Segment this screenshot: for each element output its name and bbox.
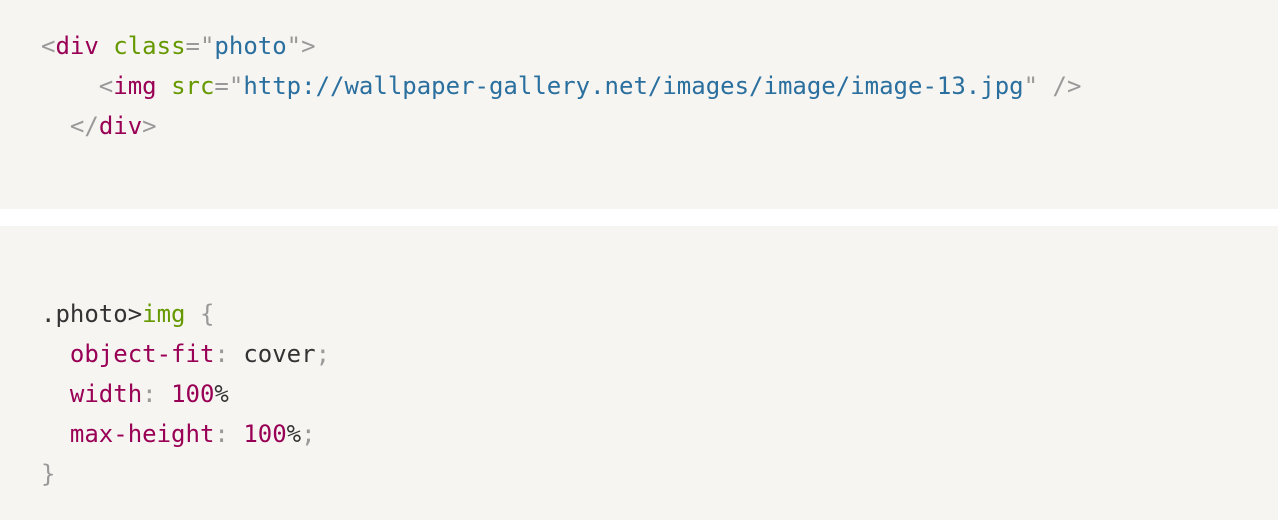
attr-value-url: http://wallpaper-gallery.net/images/imag… [243,72,1024,100]
quote-close: " [1023,72,1039,100]
attr-name: class [113,32,186,60]
close-bracket: > [142,112,157,140]
property-number: 100 [243,420,287,448]
html-line-3: </div> [41,106,1081,146]
html-line-2: <img src="http://wallpaper-gallery.net/i… [41,66,1082,106]
open-brace: { [199,300,215,328]
close-brace: } [41,460,56,488]
semicolon: ; [301,420,316,448]
css-selector-line: .photo>img { [41,294,330,334]
open-bracket: < [98,72,114,100]
property-unit: % [286,420,302,448]
property-value: cover [243,340,316,368]
colon: : [142,380,157,408]
colon: : [214,420,229,448]
semicolon: ; [315,340,331,368]
equals-sign: = [214,72,229,100]
css-close-line: } [41,454,330,494]
property-number: 100 [171,380,215,408]
property-name: max-height [69,420,215,448]
css-declaration: max-height: 100%; [41,414,330,454]
quote-close: " [286,32,302,60]
quote-open: " [199,32,215,60]
self-close: /> [1052,72,1082,100]
property-unit: % [214,380,229,408]
css-code: .photo>img { object-fit: cover; width: 1… [41,294,330,494]
colon: : [214,340,229,368]
html-code: <div class="photo"> <img src="http://wal… [41,26,1081,146]
tag-name: div [98,112,143,140]
property-name: width [69,380,143,408]
attr-value: photo [214,32,287,60]
quote-open: " [228,72,244,100]
css-declaration: width: 100% [41,374,330,414]
tag-name: img [113,72,157,100]
html-code-block: <div class="photo"> <img src="http://wal… [0,0,1278,209]
equals-sign: = [185,32,200,60]
combinator: > [127,300,143,328]
open-bracket: </ [69,112,99,140]
attr-name: src [171,72,215,100]
css-declaration: object-fit: cover; [41,334,330,374]
property-name: object-fit [69,340,215,368]
selector-tag: img [142,300,186,328]
selector-class: .photo [41,300,128,328]
html-line-1: <div class="photo"> [41,26,1081,66]
close-bracket: > [301,32,316,60]
open-bracket: < [41,32,56,60]
css-code-block: .photo>img { object-fit: cover; width: 1… [0,226,1278,520]
tag-name: div [55,32,99,60]
